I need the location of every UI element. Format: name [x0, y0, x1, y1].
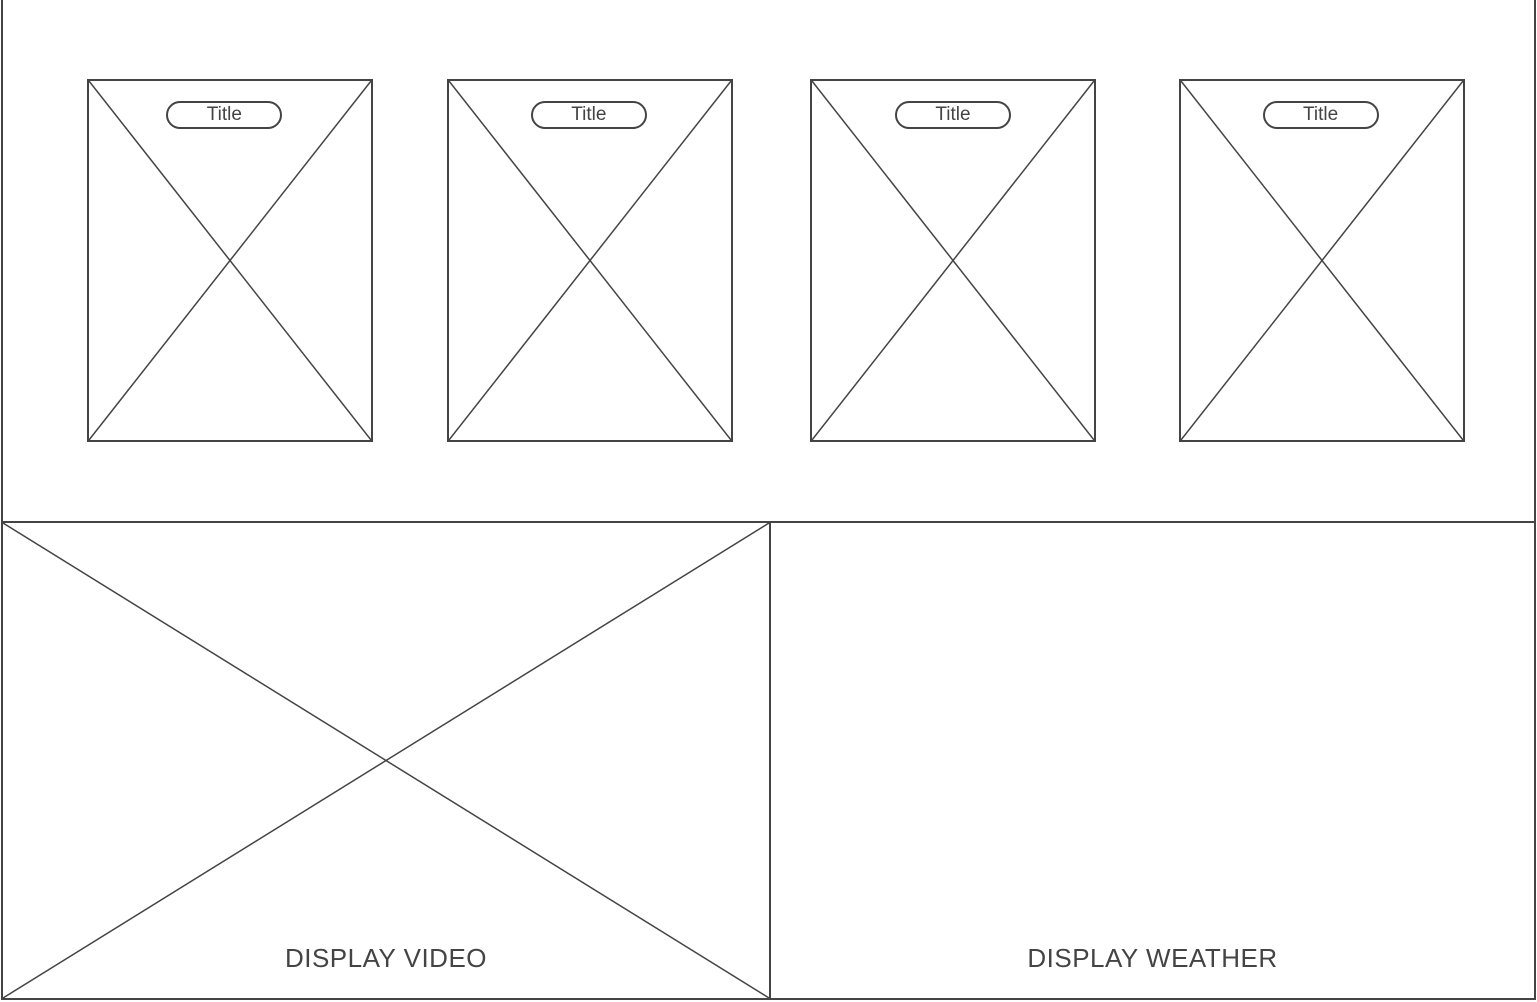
image-placeholder-icon: [812, 81, 1094, 440]
video-panel[interactable]: DISPLAY VIDEO: [1, 521, 771, 1000]
weather-panel-label: DISPLAY WEATHER: [1027, 943, 1278, 973]
image-card-4[interactable]: Title: [1179, 79, 1465, 442]
card-title-pill: Title: [166, 101, 283, 129]
card-title-pill: Title: [895, 101, 1011, 129]
card-title-pill: Title: [1262, 101, 1379, 129]
video-placeholder-icon: [3, 523, 769, 998]
image-card-3[interactable]: Title: [810, 79, 1096, 442]
image-card-2[interactable]: Title: [447, 79, 733, 442]
image-placeholder-icon: [449, 81, 731, 440]
video-panel-label: DISPLAY VIDEO: [284, 943, 488, 973]
weather-panel: DISPLAY WEATHER: [769, 521, 1536, 1000]
image-placeholder-icon: [89, 81, 371, 440]
card-title-pill: Title: [530, 101, 647, 129]
image-card-1[interactable]: Title: [87, 79, 373, 442]
image-placeholder-icon: [1181, 81, 1463, 440]
